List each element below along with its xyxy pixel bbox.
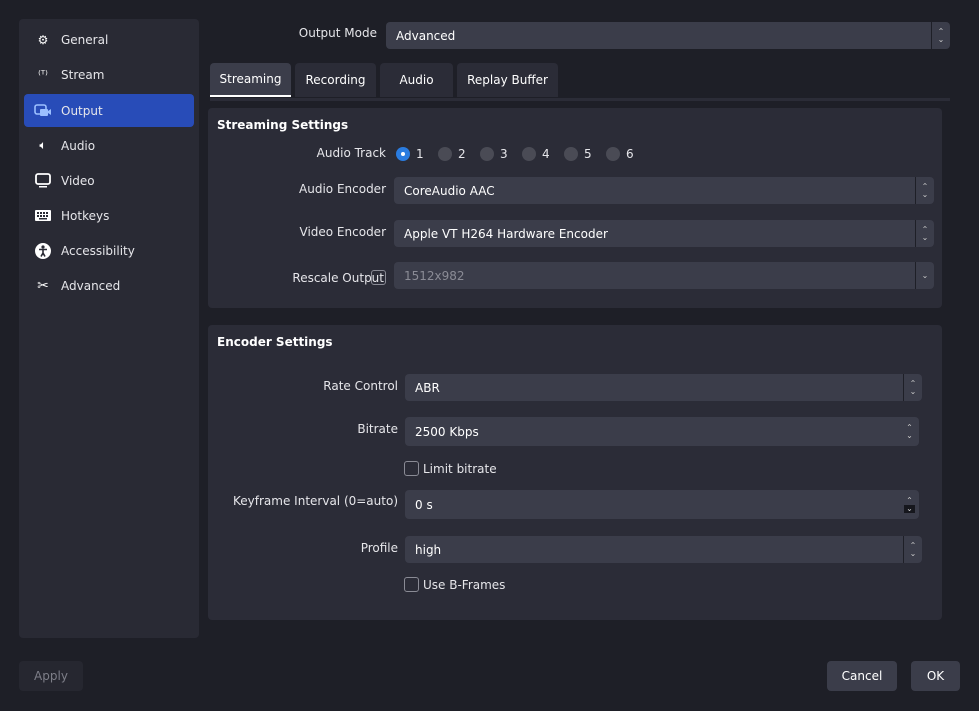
sidebar-item-audio[interactable]: 🔈︎ Audio (24, 129, 194, 162)
rescale-output-checkbox[interactable] (371, 270, 386, 285)
sidebar-item-advanced[interactable]: ✂ Advanced (24, 269, 194, 302)
radio-icon (522, 147, 536, 161)
radio-icon (564, 147, 578, 161)
updown-arrows-icon: ⌃ ⌄ (915, 220, 934, 247)
speaker-icon: 🔈︎ (39, 138, 47, 152)
spin-arrows-icon[interactable]: ⌃ ⌄ (900, 490, 919, 519)
sidebar-item-hotkeys[interactable]: Hotkeys (24, 199, 194, 232)
keyboard-icon (34, 207, 52, 225)
tab-streaming[interactable]: Streaming (210, 63, 291, 97)
checkbox-box (404, 461, 419, 476)
sidebar-item-general[interactable]: ⚙ General (24, 23, 194, 56)
audio-track-radio-2[interactable]: 2 (438, 147, 466, 161)
audio-track-radio-5[interactable]: 5 (564, 147, 592, 161)
use-bframes-checkbox[interactable]: Use B-Frames (404, 577, 505, 592)
apply-button[interactable]: Apply (19, 661, 83, 691)
section-title: Encoder Settings (217, 335, 333, 349)
radio-selected-icon (396, 147, 410, 161)
cancel-button[interactable]: Cancel (827, 661, 897, 691)
output-mode-label: Output Mode (298, 26, 377, 40)
audio-track-radio-3[interactable]: 3 (480, 147, 508, 161)
updown-arrows-icon: ⌃ ⌄ (903, 374, 922, 401)
sidebar-item-accessibility[interactable]: Accessibility (24, 234, 194, 267)
tab-divider (210, 98, 950, 101)
radio-icon (480, 147, 494, 161)
radio-icon (438, 147, 452, 161)
video-encoder-label: Video Encoder (299, 225, 387, 239)
output-mode-select[interactable]: Advanced ⌃ ⌄ (386, 22, 950, 49)
chevron-down-icon: ⌄ (915, 262, 934, 289)
keyframe-interval-label: Keyframe Interval (0=auto) (233, 494, 398, 508)
sidebar-item-stream[interactable]: ⁽ᵀ⁾ Stream (24, 58, 194, 91)
output-icon (34, 102, 52, 120)
video-encoder-select[interactable]: Apple VT H264 Hardware Encoder ⌃ ⌄ (394, 220, 934, 247)
updown-arrows-icon: ⌃ ⌄ (931, 22, 950, 49)
rescale-resolution-select: 1512x982 ⌄ (394, 262, 934, 289)
audio-track-label: Audio Track (316, 146, 386, 160)
spin-arrows-icon[interactable]: ⌃ ⌄ (900, 417, 919, 446)
bitrate-spinbox[interactable]: 2500 Kbps ⌃ ⌄ (405, 417, 919, 446)
sidebar-item-output[interactable]: Output (24, 94, 194, 127)
gear-icon: ⚙ (37, 32, 49, 47)
keyframe-interval-spinbox[interactable]: 0 s ⌃ ⌄ (405, 490, 919, 519)
bitrate-label: Bitrate (357, 422, 398, 436)
updown-arrows-icon: ⌃ ⌄ (915, 177, 934, 204)
radio-icon (606, 147, 620, 161)
audio-encoder-select[interactable]: CoreAudio AAC ⌃ ⌄ (394, 177, 934, 204)
tools-icon: ✂ (37, 277, 49, 294)
audio-encoder-label: Audio Encoder (299, 182, 386, 196)
rate-control-label: Rate Control (323, 379, 398, 393)
checkbox-box (404, 577, 419, 592)
audio-track-radio-4[interactable]: 4 (522, 147, 550, 161)
rate-control-select[interactable]: ABR ⌃ ⌄ (405, 374, 922, 401)
antenna-icon: ⁽ᵀ⁾ (38, 68, 48, 81)
profile-label: Profile (360, 541, 398, 555)
tab-audio[interactable]: Audio (380, 63, 453, 97)
updown-arrows-icon: ⌃ ⌄ (903, 536, 922, 563)
sidebar-item-video[interactable]: Video (24, 164, 194, 197)
ok-button[interactable]: OK (911, 661, 960, 691)
audio-track-radio-1[interactable]: 1 (396, 147, 424, 161)
tab-recording[interactable]: Recording (295, 63, 376, 97)
accessibility-icon (34, 242, 52, 260)
monitor-icon (34, 172, 52, 190)
section-title: Streaming Settings (217, 118, 349, 132)
tab-replay-buffer[interactable]: Replay Buffer (457, 63, 558, 97)
profile-select[interactable]: high ⌃ ⌄ (405, 536, 922, 563)
settings-sidebar: ⚙ General ⁽ᵀ⁾ Stream Output 🔈︎ Audio Video … (19, 19, 199, 638)
encoder-settings-panel: Encoder Settings (208, 325, 942, 620)
limit-bitrate-checkbox[interactable]: Limit bitrate (404, 461, 497, 476)
audio-track-radio-6[interactable]: 6 (606, 147, 634, 161)
